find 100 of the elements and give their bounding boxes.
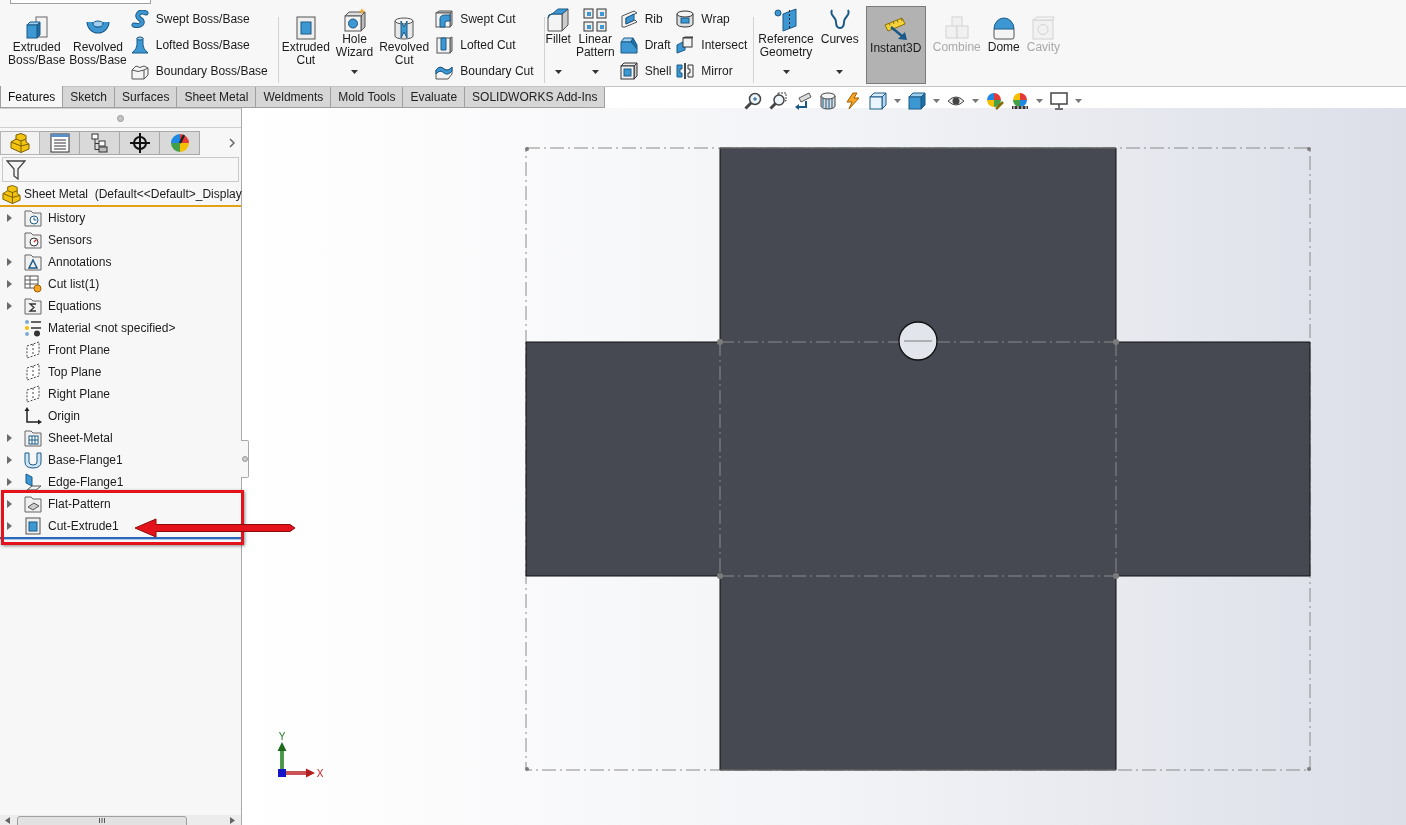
tab[interactable]: Surfaces [115,87,178,108]
tree-item[interactable]: Right Plane [48,385,111,403]
bar-arrow-icon[interactable] [794,92,812,110]
plane-point-icon [774,8,799,32]
caret-icon[interactable] [351,70,358,74]
ribbon-button[interactable]: Intersect [676,32,748,58]
tree-item[interactable]: Equations [48,297,102,315]
dashed-plane-icon [24,385,42,403]
tree-item[interactable]: History [48,209,86,227]
caret-icon[interactable] [591,70,599,74]
expand-arrow-icon[interactable] [7,302,12,310]
tab[interactable]: Evaluate [403,87,466,108]
magnifier-icon[interactable] [744,92,762,110]
ribbon-button[interactable]: Fillet [545,8,571,46]
striped-cylinder-icon[interactable] [819,92,837,110]
tree-item[interactable]: Cut-Extrude1 [48,517,119,535]
magnifier-icon[interactable] [769,92,787,110]
caret-icon[interactable] [554,70,562,74]
tree-item[interactable]: Origin [48,407,80,425]
chevron-right-icon[interactable] [229,138,235,148]
ribbon-button[interactable]: Lofted Boss/Base [130,32,268,58]
ribbon-button[interactable]: Lofted Cut [435,32,534,58]
ribbon-button[interactable]: Revolved Boss/Base [69,16,127,67]
ribbon-button[interactable]: Shell [619,58,672,84]
expand-arrow-icon[interactable] [7,478,12,486]
folder-zigzag-icon [24,297,42,315]
grip-dot-icon[interactable] [241,456,248,462]
ribbon-button[interactable]: Wrap [676,6,748,32]
grip-lines-icon [99,818,105,823]
tab[interactable]: Features [0,86,64,108]
color-wheel-icon[interactable] [1011,92,1029,110]
slotted-block-icon [435,36,454,54]
ribbon-button[interactable]: Curves [820,8,859,46]
ribbon-button[interactable]: Extruded Boss/Base [8,16,66,67]
filter-icon [6,159,26,180]
tree-item[interactable]: Front Plane [48,341,111,359]
ribbon-button[interactable]: Reference Geometry [758,8,814,59]
panel-handle[interactable] [241,440,249,478]
tree-item[interactable]: Annotations [48,253,112,271]
monitor-icon[interactable] [1050,92,1068,110]
ribbon-button[interactable]: Linear Pattern [575,8,615,59]
ribbon-button[interactable]: Draft [619,32,672,58]
expand-arrow-icon[interactable] [7,214,12,222]
scroll-left-icon[interactable] [5,816,10,824]
tree-root[interactable]: Sheet Metal (Default<<Default>_Display [24,185,242,203]
tree-item[interactable]: Flat-Pattern [48,495,111,513]
expand-arrow-icon[interactable] [7,258,12,266]
tab[interactable]: SOLIDWORKS Add-Ins [465,87,606,108]
ribbon-button[interactable]: Rib [619,6,672,32]
ribbon-button[interactable]: Dome [987,16,1020,54]
tab[interactable]: Sheet Metal [177,87,257,108]
axis-label: Y [278,731,286,742]
expand-arrow-icon[interactable] [7,500,12,508]
expand-arrow-icon[interactable] [7,280,12,288]
ribbon-button[interactable]: Swept Boss/Base [130,6,268,32]
filter-field[interactable] [2,157,239,182]
cube-hole-icon [1031,16,1056,40]
color-wheel-icon [169,133,190,153]
tree-item[interactable]: Cut list(1) [48,275,100,293]
folder-diamond-icon [24,495,42,513]
rollback-bar[interactable] [0,537,241,540]
axis-triad-icon [277,742,315,778]
ribbon-button[interactable]: Extruded Cut [281,16,330,67]
cube-icon[interactable] [908,92,926,110]
panel-tab[interactable] [160,131,200,155]
pattern-grid-icon [583,8,608,32]
caret-icon[interactable] [782,70,790,74]
wedge-icon [619,36,638,54]
tree-item[interactable]: Sensors [48,231,93,249]
tree-item[interactable]: Edge-Flange1 [48,473,124,491]
tab[interactable]: Mold Tools [331,87,404,108]
tree-item[interactable]: Top Plane [48,363,102,381]
cube-icon[interactable] [869,92,887,110]
tree-item[interactable]: Sheet-Metal [48,429,113,447]
panel-tab[interactable] [120,131,160,155]
ribbon-button[interactable]: Hole Wizard [335,8,374,59]
grip-dot-icon[interactable] [117,114,124,122]
tab[interactable]: Weldments [256,87,332,108]
flared-post-icon [130,36,149,54]
ribbon-button[interactable]: Mirror [676,58,748,84]
ribbon-button[interactable]: Boundary Boss/Base [130,58,268,84]
color-wheel-icon[interactable] [986,92,1004,110]
scrollbar-thumb[interactable] [17,816,187,825]
tree-item[interactable]: Material <not specified> [48,319,176,337]
expand-arrow-icon[interactable] [7,522,12,530]
ribbon-button[interactable]: Instant3D [865,6,926,84]
tree-item[interactable]: Base-Flange1 [48,451,123,469]
expand-arrow-icon[interactable] [7,456,12,464]
bent-plate-icon [24,473,42,491]
panel-tab[interactable] [80,131,120,155]
lightning-icon[interactable] [844,92,862,110]
expand-arrow-icon[interactable] [7,434,12,442]
horizontal-scrollbar[interactable] [0,815,241,825]
caret-icon[interactable] [836,70,844,74]
ribbon-button[interactable]: Swept Cut [435,6,534,32]
scroll-right-icon[interactable] [230,816,235,824]
folder-triangle-icon [24,253,42,271]
ribbon-button[interactable]: Revolved Cut [379,16,430,67]
tab[interactable]: Sketch [63,87,116,108]
ribbon-button[interactable]: Boundary Cut [435,58,534,84]
